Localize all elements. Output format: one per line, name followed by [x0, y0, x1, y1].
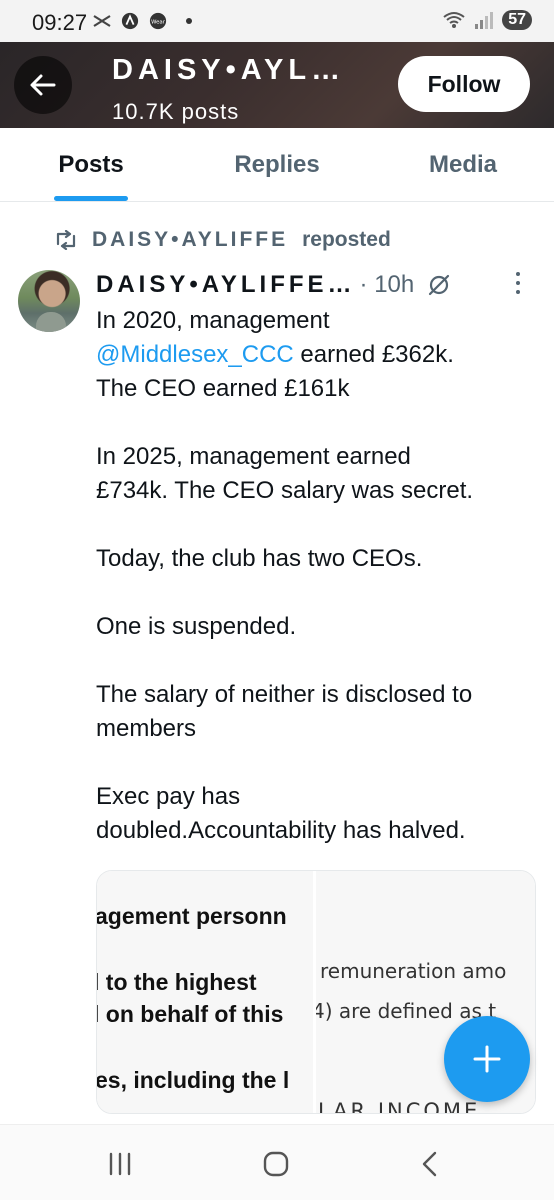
image-text: remuneration amo: [320, 959, 507, 983]
status-bar: 09:27 Wear 57: [0, 0, 554, 42]
wifi-icon: [443, 12, 465, 28]
post-line: In 2020, management: [96, 307, 330, 334]
post-line: doubled.Accountability has halved.: [96, 817, 466, 844]
more-options-icon[interactable]: [516, 272, 520, 294]
compose-button[interactable]: [444, 1016, 530, 1102]
post-line: The salary of neither is disclosed to: [96, 681, 473, 708]
active-tab-indicator: [54, 196, 128, 201]
follow-button[interactable]: Follow: [398, 56, 530, 112]
tab-media-label: Media: [428, 150, 497, 178]
post-line: In 2025, management earned: [96, 443, 411, 470]
image-text: agement personn: [97, 903, 287, 929]
status-notification-icons: Wear: [92, 12, 192, 30]
back-button[interactable]: [14, 56, 72, 114]
post-line: The CEO earned £161k: [96, 375, 350, 402]
svg-text:Wear: Wear: [151, 20, 166, 26]
wear-icon: Wear: [149, 12, 167, 30]
repost-author[interactable]: DAISY•AYLIFFE: [92, 228, 288, 252]
status-time: 09:27: [32, 10, 88, 35]
post-timestamp[interactable]: · 10h: [360, 271, 415, 299]
post-text-segment: earned £362k.: [293, 341, 454, 368]
tab-posts[interactable]: Posts: [0, 128, 182, 201]
post-line: @Middlesex_CCC earned £362k.: [96, 338, 536, 372]
post-line: £734k. The CEO salary was secret.: [96, 477, 474, 504]
repost-indicator: DAISY•AYLIFFE reposted: [54, 228, 391, 252]
system-navigation-bar: [0, 1124, 554, 1200]
image-text: l to the highest: [97, 969, 257, 995]
avatar[interactable]: [18, 270, 80, 332]
post-header: DAISY•AYLIFFE… · 10h: [96, 268, 536, 302]
arrow-left-icon: [30, 74, 56, 96]
image-text: LAR INCOME: [318, 1099, 481, 1113]
profile-name: DAISY•AYL…: [112, 54, 346, 86]
image-text: l on behalf of this: [97, 1001, 284, 1027]
recent-apps-button[interactable]: [100, 1147, 140, 1181]
post-line: members: [96, 715, 197, 742]
plus-icon: [473, 1045, 501, 1073]
app-icon: [121, 12, 139, 30]
post-text: In 2020, management @Middlesex_CCC earne…: [96, 304, 536, 848]
tab-replies-label: Replies: [234, 150, 320, 178]
post-line: Today, the club has two CEOs.: [96, 545, 423, 572]
dot-icon: [186, 18, 192, 24]
home-icon: [263, 1151, 289, 1177]
profile-header: DAISY•AYL… 10.7K posts Follow: [0, 42, 554, 128]
recent-apps-icon: [109, 1152, 131, 1176]
back-nav-button[interactable]: [410, 1147, 450, 1181]
post-line: One is suspended.: [96, 613, 297, 640]
signal-icon: [475, 12, 494, 29]
repost-label: reposted: [302, 228, 391, 251]
media-image-1[interactable]: agement personn l to the highest l on be…: [97, 871, 316, 1113]
repost-icon: [56, 230, 76, 250]
network-icon: [93, 15, 111, 27]
tab-media[interactable]: Media: [372, 128, 554, 201]
image-text: es, including the l: [97, 1067, 290, 1093]
home-button[interactable]: [256, 1147, 296, 1181]
profile-tabs: Posts Replies Media: [0, 128, 554, 202]
tab-posts-label: Posts: [58, 150, 124, 178]
mention-link[interactable]: @Middlesex_CCC: [96, 341, 294, 368]
battery-indicator: 57: [502, 10, 532, 30]
chevron-left-icon: [422, 1151, 437, 1177]
post-count: 10.7K posts: [112, 99, 240, 124]
status-system-icons: 57: [442, 10, 532, 30]
tab-replies[interactable]: Replies: [182, 128, 372, 201]
post-author-name[interactable]: DAISY•AYLIFFE…: [96, 271, 356, 299]
post-line: Exec pay has: [96, 783, 241, 810]
grok-icon[interactable]: [426, 272, 452, 298]
